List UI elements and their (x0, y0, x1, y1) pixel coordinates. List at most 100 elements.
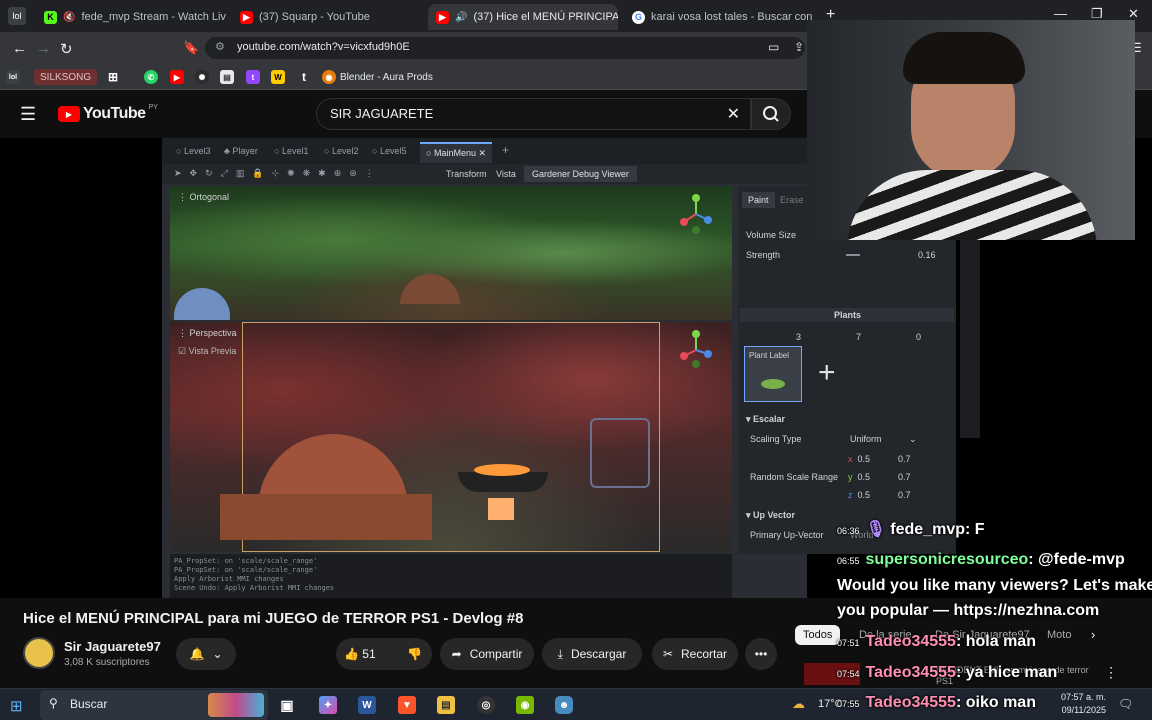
apps-grid-icon: ⊞ (107, 70, 119, 84)
download-button[interactable]: ⤓ Descargar (542, 638, 642, 670)
bookmark-apps[interactable]: ⊞ (106, 69, 120, 85)
dislike-button[interactable]: 👎 (407, 647, 422, 661)
chip-all[interactable]: Todos (795, 625, 841, 645)
bookmark-docs[interactable]: ▤ (220, 69, 234, 85)
console-line: Apply Arborist MMI changes (174, 575, 284, 583)
axis-gizmo-icon (680, 194, 712, 234)
fire-glow (474, 464, 530, 476)
bookmark-silksong[interactable]: SILKSONG (34, 69, 98, 85)
scissors-icon: ✂ (662, 647, 674, 661)
bookmark-blender[interactable]: ◉ Blender - Aura Prods (322, 69, 433, 85)
taskbar-search[interactable]: ⚲ Buscar (40, 690, 268, 720)
reload-icon[interactable]: ↻ (60, 40, 73, 58)
chat-message: 06:55 supersonicresourceo: @fede-mvp (837, 551, 1125, 568)
brave-icon[interactable]: ▼ (398, 696, 416, 714)
bookmark-youtube[interactable]: ▶ (170, 69, 184, 85)
tab-google[interactable]: G karai vosa lost tales - Buscar con Goo (624, 4, 814, 30)
bookmark-w[interactable]: W (271, 69, 285, 85)
clip-button[interactable]: ✂ Recortar (652, 638, 738, 670)
chevron-down-icon: ⌄ (212, 647, 223, 661)
up-vector-section: ▾ Up Vector (746, 510, 796, 520)
bookmark-icon[interactable]: 🔖 (183, 40, 199, 56)
kick-icon: K (44, 10, 57, 24)
weather-icon[interactable]: ☁ (792, 696, 805, 712)
add-scene-icon: + (502, 143, 510, 157)
tab-squarp[interactable]: ▶ (37) Squarp - YouTube (232, 4, 422, 30)
tab-label: fede_mvp Stream - Watch Live or (81, 11, 226, 23)
copilot-icon[interactable]: ✦ (319, 696, 337, 714)
search-button[interactable] (751, 98, 791, 130)
chevron-right-icon[interactable]: › (1091, 627, 1095, 642)
chat-message: Would you like many viewers? Let's make (837, 577, 1152, 594)
windows-start-icon[interactable]: ⊞ (10, 697, 23, 715)
obs-icon[interactable]: ◎ (477, 696, 495, 714)
channel-avatar[interactable] (23, 637, 55, 669)
chair-object (590, 418, 650, 488)
chatgpt-icon: ✺ (195, 70, 209, 84)
search-icon: ⚲ (49, 696, 58, 710)
bookmark-chatgpt[interactable]: ✺ (195, 69, 209, 85)
video-title: Hice el MENÚ PRINCIPAL para mi JUEGO de … (23, 610, 524, 627)
notifications-button[interactable]: 🔔 ⌄ (176, 638, 236, 670)
site-info-icon[interactable]: ⚙ (215, 40, 225, 53)
gardener-panel: Paint Erase Volume Size Strength 0.16 Pl… (738, 186, 956, 554)
bookmark-whatsapp[interactable]: ✆ (144, 69, 158, 85)
editor-side-strip (960, 238, 980, 438)
bench-object (220, 494, 432, 540)
google-icon: G (632, 10, 645, 24)
search-icon (763, 106, 779, 122)
like-count: 51 (362, 647, 376, 661)
file-explorer-icon[interactable]: ▤ (437, 696, 455, 714)
console-line: PA_PropSet: on 'scale/scale_range' (174, 566, 318, 574)
plants-title: Plants (834, 310, 862, 320)
back-icon[interactable]: ← (12, 40, 27, 57)
menu-debug-viewer: Gardener Debug Viewer (524, 166, 637, 182)
bookmark-lol[interactable]: lol (6, 69, 20, 85)
fire-light (488, 498, 514, 520)
w-icon: W (271, 70, 285, 84)
clock-date[interactable]: 09/11/2025 (1054, 705, 1106, 715)
share-icon[interactable]: ⇪ (794, 40, 804, 54)
strength-slider (846, 254, 860, 256)
clock-time[interactable]: 07:57 a. m. (1060, 692, 1106, 702)
task-view-icon[interactable]: ▣ (278, 696, 296, 714)
url-field[interactable]: ⚙ youtube.com/watch?v=vicxfud9h0E (205, 37, 805, 59)
bookmark-tumblr[interactable]: t (297, 69, 311, 85)
primary-up-vector-label: Primary Up-Vector (750, 530, 824, 540)
webcam-overlay (807, 20, 1135, 240)
youtube-logo[interactable]: ▶ YouTube PY (58, 104, 158, 123)
scene-tab-active: ○ MainMenu ✕ (420, 142, 493, 163)
escalar-section: ▾ Escalar (746, 414, 786, 424)
chip-moto[interactable]: Moto (1047, 629, 1071, 641)
streamer-hair (903, 32, 1025, 84)
console-line: Scene Undo: Apply Arborist MMI changes (174, 584, 335, 592)
forward-icon[interactable]: → (36, 40, 51, 57)
youtube-play-icon: ▶ (58, 106, 80, 122)
channel-name[interactable]: Sir Jaguarete97 (64, 639, 161, 654)
viewport-perspective: ⋮ Perspectiva ☑ Vista Previa (170, 322, 732, 552)
bookmark-twitch[interactable]: t (246, 69, 260, 85)
notification-icon[interactable]: 🗨 (1118, 697, 1133, 711)
like-button[interactable]: 👍 51 (344, 647, 376, 661)
twitch-icon: t (246, 70, 260, 84)
youtube-icon: ▶ (240, 10, 253, 24)
cast-icon[interactable]: ▭ (768, 40, 779, 54)
tab-search-icon[interactable]: lol (8, 7, 26, 25)
nvidia-icon[interactable]: ◉ (516, 696, 534, 714)
related-more-icon[interactable]: ⋮ (1104, 664, 1118, 681)
bell-icon: 🔔 (189, 647, 205, 661)
share-button[interactable]: ➦ Compartir (440, 638, 534, 670)
godot-icon[interactable]: ☻ (555, 696, 573, 714)
search-input[interactable]: SIR JAGUARETE ✕ (316, 98, 751, 130)
chat-message: 06:36 🎙 fede_mvp: F (837, 521, 985, 538)
word-icon[interactable]: W (358, 696, 376, 714)
minimize-icon[interactable]: — (1054, 6, 1067, 21)
clear-search-icon[interactable]: ✕ (727, 104, 740, 124)
tab-kick[interactable]: K 🔇 fede_mvp Stream - Watch Live or (36, 4, 226, 30)
subscriber-count: 3,08 K suscriptores (64, 657, 150, 668)
viewport-orthogonal: ⋮ Ortogonal (170, 186, 732, 320)
tab-active-video[interactable]: ▶ 🔊 (37) Hice el MENÚ PRINCIPAL ✕ (428, 4, 618, 30)
hamburger-menu-icon[interactable]: ☰ (20, 104, 36, 125)
blender-icon: ◉ (322, 70, 336, 84)
more-actions-button[interactable]: ••• (745, 638, 777, 670)
